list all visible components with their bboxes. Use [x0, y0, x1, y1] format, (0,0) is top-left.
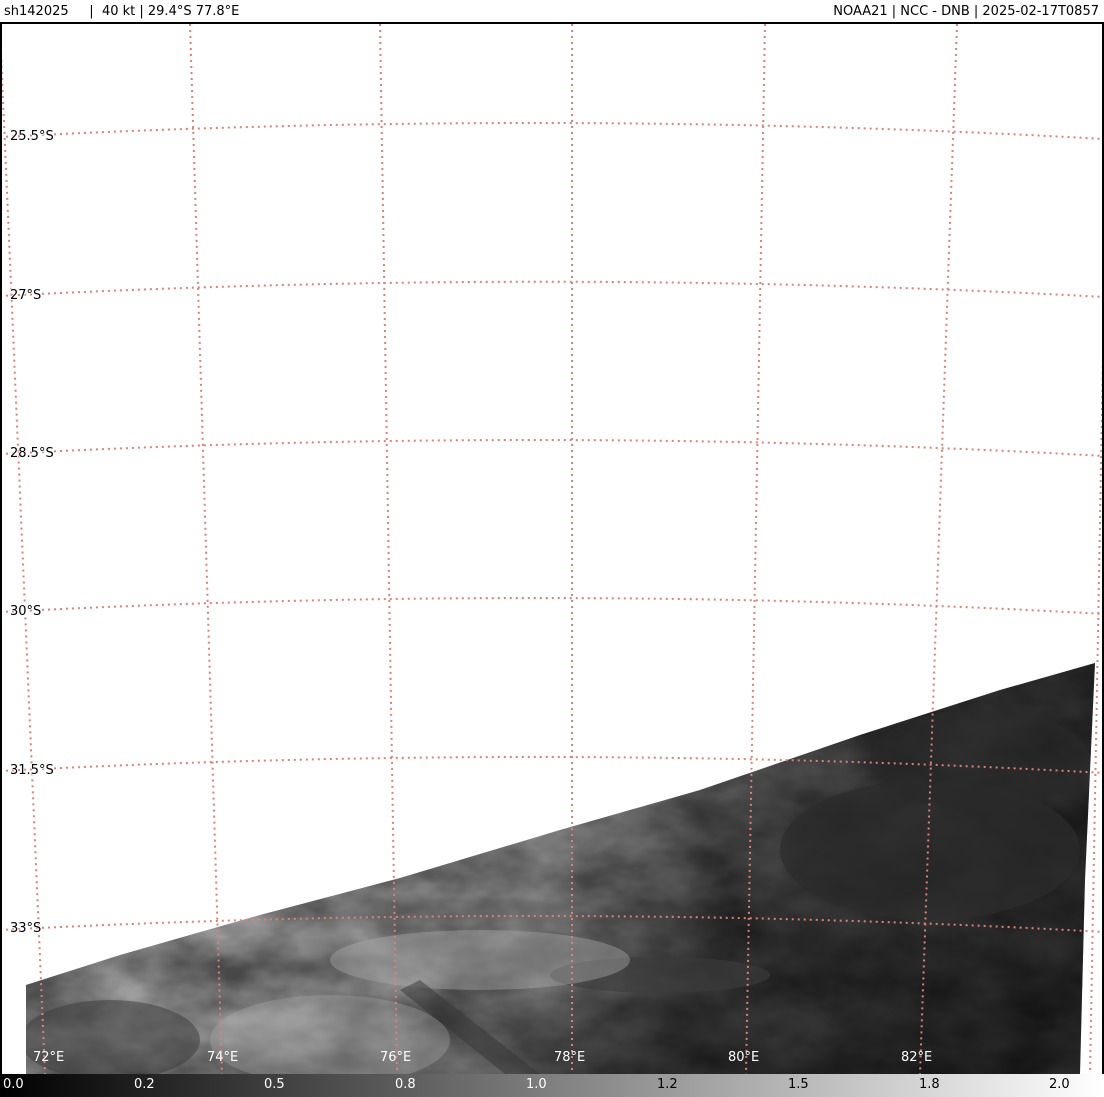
- colorbar-tick: 2.0: [1049, 1077, 1070, 1092]
- lon-label: 76°E: [380, 1050, 412, 1065]
- lon-label: 82°E: [901, 1050, 933, 1065]
- product-info: NOAA21 | NCC - DNB | 2025-02-17T0857: [833, 4, 1099, 19]
- lat-label: 31.5°S: [10, 763, 54, 778]
- colorbar-tick: 0.0: [3, 1077, 24, 1092]
- colorbar-tick: 1.8: [919, 1077, 940, 1092]
- colorbar-tick: 0.5: [264, 1077, 285, 1092]
- storm-info: sh142025 | 40 kt | 29.4°S 77.8°E: [4, 4, 240, 19]
- colorbar: 0.0 0.2 0.5 0.8 1.0 1.2 1.5 1.8 2.0: [0, 1074, 1104, 1097]
- lat-label: 25.5°S: [10, 129, 54, 144]
- parallel-27s: [0, 280, 1104, 298]
- lat-label: 33°S: [10, 921, 42, 936]
- lon-label: 72°E: [33, 1050, 65, 1065]
- satellite-map: [0, 0, 1104, 1097]
- meridian-74e: [189, 23, 223, 1075]
- lat-label: 27°S: [10, 288, 42, 303]
- colorbar-tick: 1.5: [788, 1077, 809, 1092]
- parallel-30s: [0, 596, 1104, 615]
- lon-label: 80°E: [728, 1050, 760, 1065]
- colorbar-tick: 1.2: [657, 1077, 678, 1092]
- lon-label: 74°E: [207, 1050, 239, 1065]
- colorbar-tick: 0.8: [395, 1077, 416, 1092]
- lat-label: 30°S: [10, 604, 42, 619]
- parallel-28-5s: [0, 438, 1104, 457]
- satellite-swath: [26, 663, 1095, 1074]
- parallel-25-5s: [0, 121, 1104, 140]
- lon-label: 78°E: [554, 1050, 586, 1065]
- meridian-72e: [0, 29, 46, 1075]
- title-bar: sh142025 | 40 kt | 29.4°S 77.8°E NOAA21 …: [0, 0, 1104, 24]
- colorbar-tick: 1.0: [526, 1077, 547, 1092]
- colorbar-tick: 0.2: [134, 1077, 155, 1092]
- lat-label: 28.5°S: [10, 446, 54, 461]
